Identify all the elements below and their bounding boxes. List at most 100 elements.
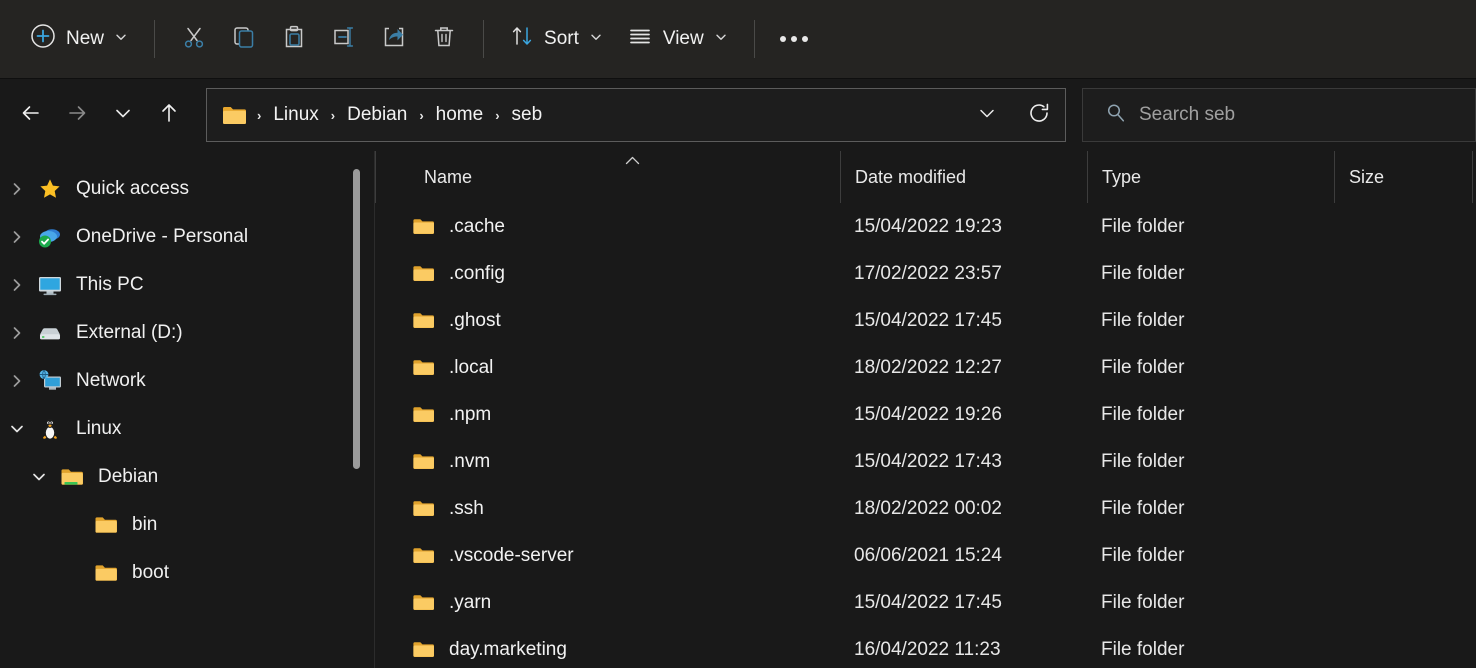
file-name-label: .npm xyxy=(449,404,491,426)
file-type-cell: File folder xyxy=(1087,592,1334,614)
folder-icon xyxy=(411,496,436,521)
chevron-right-icon[interactable] xyxy=(0,229,34,245)
file-type-cell: File folder xyxy=(1087,545,1334,567)
table-row[interactable]: day.marketing 16/04/2022 11:23 File fold… xyxy=(375,626,1476,668)
chevron-right-icon[interactable] xyxy=(0,277,34,293)
file-type-cell: File folder xyxy=(1087,404,1334,426)
sidebar-item-label: This PC xyxy=(76,274,144,296)
breadcrumb-item-linux[interactable]: Linux xyxy=(266,100,325,130)
breadcrumb-item-debian[interactable]: Debian xyxy=(340,100,414,130)
file-name-label: .vscode-server xyxy=(449,545,574,567)
folder-icon xyxy=(411,214,436,239)
table-row[interactable]: .config 17/02/2022 23:57 File folder xyxy=(375,250,1476,297)
chevron-down-icon xyxy=(976,102,998,129)
folder-icon xyxy=(411,355,436,380)
sidebar-item-boot[interactable]: boot xyxy=(0,549,374,597)
file-name-cell: .ghost xyxy=(375,308,840,333)
table-row[interactable]: .ghost 15/04/2022 17:45 File folder xyxy=(375,297,1476,344)
column-header-type[interactable]: Type xyxy=(1087,151,1334,203)
table-row[interactable]: .yarn 15/04/2022 17:45 File folder xyxy=(375,579,1476,626)
view-button-label: View xyxy=(663,28,704,50)
chevron-right-icon[interactable] xyxy=(0,181,34,197)
search-box[interactable]: Search seb xyxy=(1082,88,1476,142)
file-name-cell: .config xyxy=(375,261,840,286)
see-more-button[interactable] xyxy=(769,18,819,60)
chevron-right-icon[interactable] xyxy=(0,325,34,341)
column-header-date-modified[interactable]: Date modified xyxy=(840,151,1087,203)
share-button[interactable] xyxy=(369,18,419,60)
folder-icon xyxy=(411,637,436,662)
arrow-left-icon xyxy=(18,100,44,131)
file-type-cell: File folder xyxy=(1087,498,1334,520)
delete-button[interactable] xyxy=(419,18,469,60)
chevron-right-icon[interactable] xyxy=(0,373,34,389)
drive-folder-icon xyxy=(56,464,88,490)
paste-button[interactable] xyxy=(269,18,319,60)
chevron-down-icon[interactable] xyxy=(0,421,34,437)
sidebar-item-network[interactable]: Network xyxy=(0,357,374,405)
folder-icon xyxy=(411,590,436,615)
file-name-label: .ghost xyxy=(449,310,501,332)
cut-button[interactable] xyxy=(169,18,219,60)
file-type-cell: File folder xyxy=(1087,216,1334,238)
up-button[interactable] xyxy=(146,92,192,138)
ellipsis-icon xyxy=(780,36,808,42)
sidebar-item-onedrive[interactable]: OneDrive - Personal xyxy=(0,213,374,261)
new-button[interactable]: New xyxy=(18,18,140,60)
sidebar-item-label: boot xyxy=(132,562,169,584)
rename-button[interactable] xyxy=(319,18,369,60)
table-row[interactable]: .local 18/02/2022 12:27 File folder xyxy=(375,344,1476,391)
file-date-cell: 15/04/2022 17:45 xyxy=(840,310,1087,332)
table-row[interactable]: .ssh 18/02/2022 00:02 File folder xyxy=(375,485,1476,532)
file-name-cell: .npm xyxy=(375,402,840,427)
file-date-cell: 15/04/2022 17:45 xyxy=(840,592,1087,614)
drive-icon xyxy=(34,320,66,346)
column-header-name[interactable]: Name xyxy=(375,151,840,203)
sidebar-item-external-d[interactable]: External (D:) xyxy=(0,309,374,357)
new-button-label: New xyxy=(66,28,104,50)
table-row[interactable]: .vscode-server 06/06/2021 15:24 File fol… xyxy=(375,532,1476,579)
view-button[interactable]: View xyxy=(615,18,740,60)
address-bar[interactable]: › Linux › Debian › home › seb xyxy=(206,88,1066,142)
file-name-label: .nvm xyxy=(449,451,490,473)
toolbar-divider xyxy=(754,20,755,58)
folder-icon[interactable] xyxy=(221,102,252,129)
toolbar-divider xyxy=(483,20,484,58)
file-date-cell: 16/04/2022 11:23 xyxy=(840,639,1087,661)
sidebar-item-this-pc[interactable]: This PC xyxy=(0,261,374,309)
toolbar-divider xyxy=(154,20,155,58)
trash-icon xyxy=(431,24,457,55)
breadcrumb-item-home[interactable]: home xyxy=(429,100,491,130)
back-button[interactable] xyxy=(8,92,54,138)
table-row[interactable]: .nvm 15/04/2022 17:43 File folder xyxy=(375,438,1476,485)
sort-ascending-icon xyxy=(625,154,640,167)
column-header-size[interactable]: Size xyxy=(1334,151,1472,203)
sidebar-scrollbar-thumb[interactable] xyxy=(353,169,360,469)
table-row[interactable]: .cache 15/04/2022 19:23 File folder xyxy=(375,203,1476,250)
file-type-cell: File folder xyxy=(1087,310,1334,332)
sidebar-item-label: bin xyxy=(132,514,157,536)
table-row[interactable]: .npm 15/04/2022 19:26 File folder xyxy=(375,391,1476,438)
sort-button[interactable]: Sort xyxy=(498,18,615,60)
address-history-button[interactable] xyxy=(961,89,1013,141)
sidebar-item-bin[interactable]: bin xyxy=(0,501,374,549)
recent-locations-button[interactable] xyxy=(100,92,146,138)
file-date-cell: 17/02/2022 23:57 xyxy=(840,263,1087,285)
sidebar-item-quick-access[interactable]: Quick access xyxy=(0,165,374,213)
breadcrumb: › Linux › Debian › home › seb xyxy=(207,100,961,130)
file-name-label: .config xyxy=(449,263,505,285)
refresh-button[interactable] xyxy=(1013,89,1065,141)
breadcrumb-item-seb[interactable]: seb xyxy=(505,100,550,130)
column-headers: Name Date modified Type Size xyxy=(375,151,1476,203)
onedrive-icon xyxy=(34,224,66,250)
chevron-down-icon[interactable] xyxy=(22,469,56,485)
search-icon xyxy=(1105,102,1127,129)
file-type-cell: File folder xyxy=(1087,263,1334,285)
share-icon xyxy=(381,24,407,55)
forward-button[interactable] xyxy=(54,92,100,138)
copy-button[interactable] xyxy=(219,18,269,60)
search-input[interactable]: Search seb xyxy=(1139,104,1235,126)
sidebar-item-debian[interactable]: Debian xyxy=(0,453,374,501)
file-name-cell: .ssh xyxy=(375,496,840,521)
sidebar-item-linux[interactable]: Linux xyxy=(0,405,374,453)
